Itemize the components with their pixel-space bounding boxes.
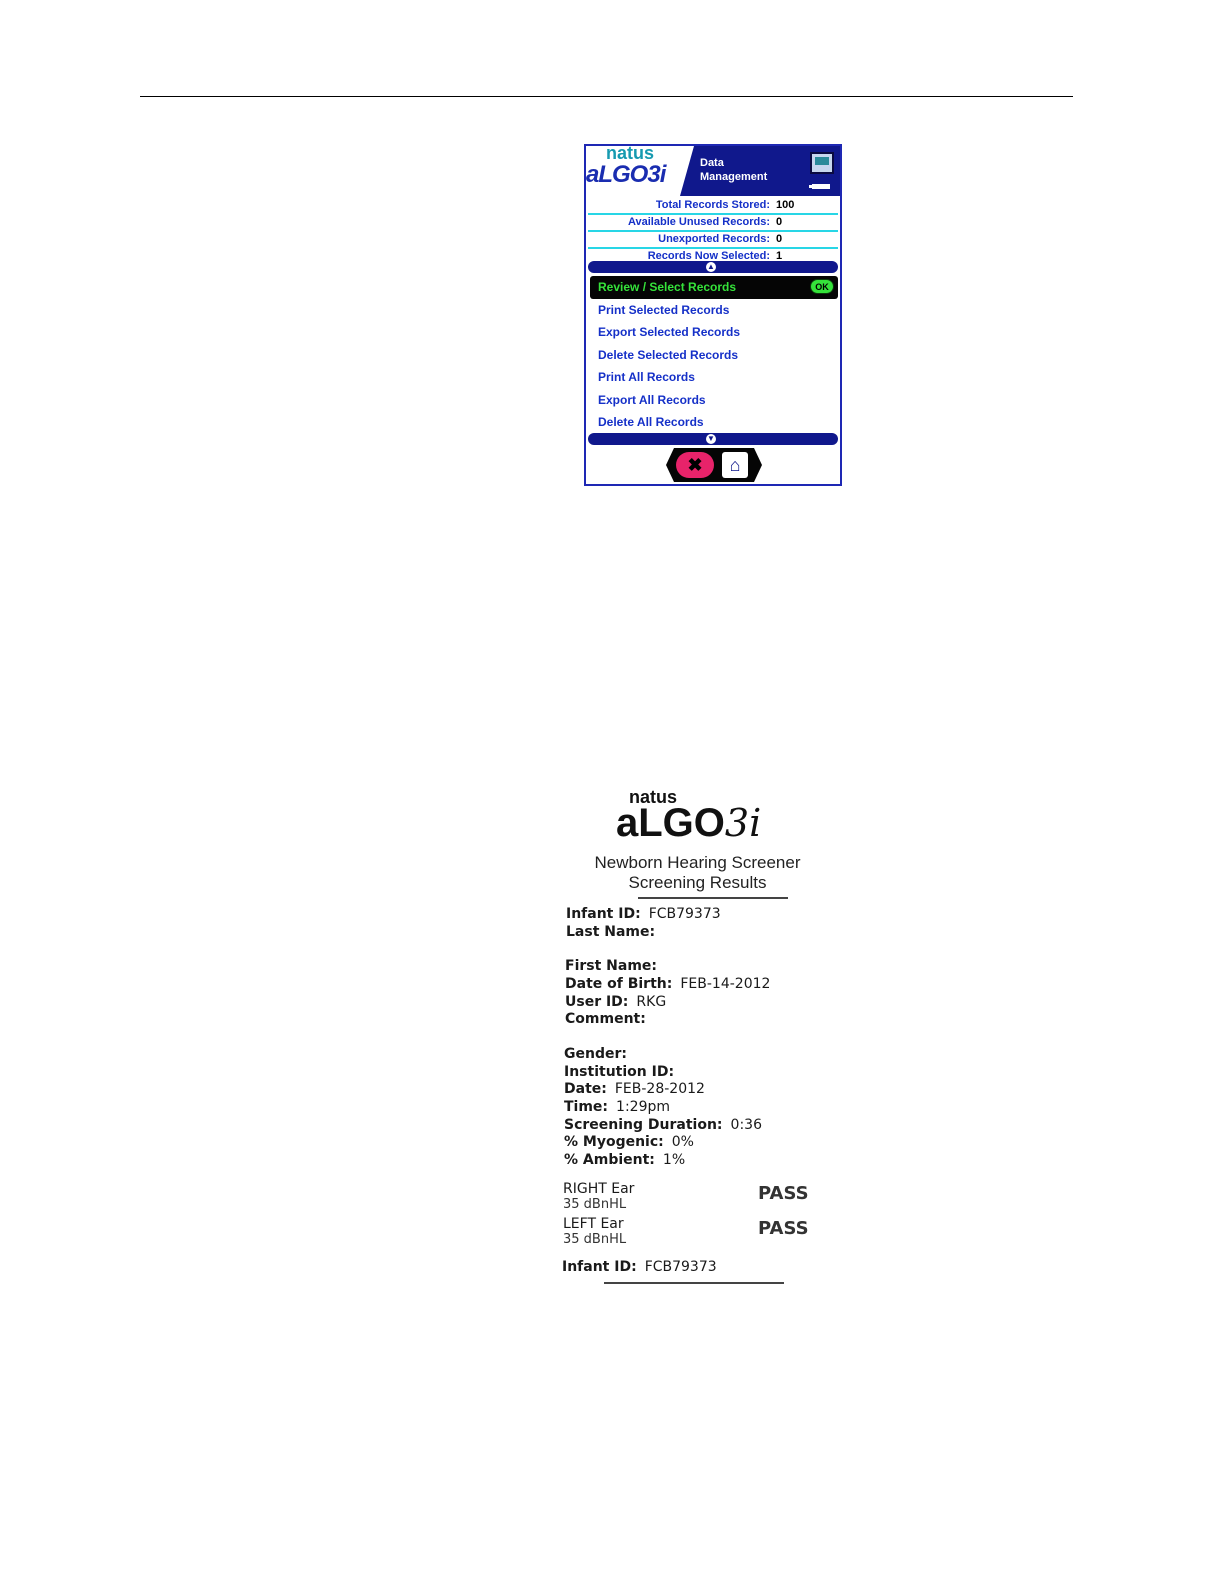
- chevron-up-icon: ▲: [706, 262, 716, 272]
- right-ear-result: PASS: [758, 1183, 809, 1204]
- field-value: RKG: [636, 994, 667, 1010]
- left-ear-level: 35 dBnHL: [563, 1232, 627, 1247]
- battery-icon: [809, 184, 830, 189]
- logo-algo-text: aLGO3i: [586, 161, 666, 189]
- field-value: FEB-28-2012: [614, 1081, 705, 1097]
- screening-results-printout: natus aLGO3i Newborn Hearing Screener Sc…: [560, 785, 840, 1295]
- logo-algo-suffix: 3i: [647, 161, 666, 188]
- menu-export-selected-records[interactable]: Export Selected Records: [590, 321, 838, 344]
- footer-infant-id: Infant ID: FCB79373: [562, 1259, 717, 1275]
- field-date: Date: FEB-28-2012: [564, 1081, 705, 1097]
- field-myogenic: % Myogenic: 0%: [564, 1134, 694, 1150]
- field-value: 1:29pm: [616, 1099, 670, 1115]
- scroll-up-bar[interactable]: ▲: [588, 261, 838, 273]
- data-management-menu: Review / Select Records OK Print Selecte…: [590, 276, 838, 434]
- field-date-of-birth: Date of Birth: FEB-14-2012: [565, 976, 770, 992]
- field-gender: Gender:: [564, 1046, 635, 1062]
- field-label: Screening Duration:: [564, 1117, 723, 1133]
- field-user-id: User ID: RKG: [565, 994, 666, 1010]
- print-logo-algo: aLGO3i: [616, 801, 761, 845]
- stat-label: Total Records Stored:: [655, 199, 770, 211]
- field-infant-id: Infant ID: FCB79373: [566, 906, 721, 922]
- field-label: Gender:: [564, 1046, 627, 1062]
- left-ear-block: LEFT Ear 35 dBnHL: [563, 1216, 626, 1247]
- bottom-button-bar: ✖ ⌂: [666, 448, 762, 482]
- close-icon[interactable]: ✖: [676, 452, 714, 478]
- field-label: % Myogenic:: [564, 1134, 664, 1150]
- screen-title: Data Management: [700, 156, 767, 184]
- right-ear-level: 35 dBnHL: [563, 1197, 627, 1212]
- left-ear-label: LEFT Ear: [563, 1216, 624, 1232]
- field-label: Institution ID:: [564, 1064, 675, 1080]
- field-value: 0:36: [730, 1117, 762, 1133]
- print-title: Newborn Hearing Screener: [594, 853, 801, 872]
- menu-delete-all-records[interactable]: Delete All Records: [590, 411, 838, 434]
- device-screen: natus aLGO3i Data Management Total Recor…: [584, 143, 842, 486]
- field-label: Comment:: [565, 1011, 646, 1027]
- field-label: First Name:: [565, 958, 658, 974]
- field-label: Date of Birth:: [565, 976, 673, 992]
- field-value: FCB79373: [644, 1259, 717, 1275]
- left-ear-result: PASS: [758, 1218, 809, 1239]
- print-subtitle: Screening Results: [628, 873, 767, 892]
- right-ear-label: RIGHT Ear: [563, 1181, 635, 1197]
- field-comment: Comment:: [565, 1011, 654, 1027]
- menu-print-selected-records[interactable]: Print Selected Records: [590, 299, 838, 322]
- field-screening-duration: Screening Duration: 0:36: [564, 1117, 762, 1133]
- page-top-rule: [140, 96, 1073, 97]
- print-title-rule: [638, 897, 788, 899]
- stat-value: 0: [776, 216, 783, 228]
- menu-export-all-records[interactable]: Export All Records: [590, 389, 838, 412]
- field-institution-id: Institution ID:: [564, 1064, 682, 1080]
- field-last-name: Last Name:: [566, 924, 663, 940]
- field-value: FEB-14-2012: [680, 976, 771, 992]
- monitor-icon: [810, 152, 834, 174]
- field-ambient: % Ambient: 1%: [564, 1152, 685, 1168]
- right-ear-block: RIGHT Ear 35 dBnHL: [563, 1181, 634, 1212]
- field-value: FCB79373: [648, 906, 721, 922]
- stat-available-unused: Available Unused Records: 0: [588, 215, 838, 232]
- field-label: Date:: [564, 1081, 607, 1097]
- home-icon[interactable]: ⌂: [722, 452, 748, 478]
- stat-value: 100: [776, 199, 795, 211]
- screen-header: natus aLGO3i Data Management: [586, 143, 840, 196]
- menu-print-all-records[interactable]: Print All Records: [590, 366, 838, 389]
- field-label: Last Name:: [566, 924, 656, 940]
- ok-badge-icon[interactable]: OK: [810, 279, 834, 294]
- field-label: Time:: [564, 1099, 609, 1115]
- print-logo-algo-main: aLGO: [616, 801, 725, 845]
- stat-unexported: Unexported Records: 0: [588, 232, 838, 249]
- chevron-down-icon: ▼: [706, 434, 716, 444]
- stat-label: Unexported Records:: [658, 233, 770, 245]
- field-value: 0%: [671, 1134, 694, 1150]
- screen-title-line1: Data: [700, 157, 724, 169]
- logo-algo-main: aLGO: [586, 161, 648, 188]
- field-label: % Ambient:: [564, 1152, 655, 1168]
- scroll-down-bar[interactable]: ▼: [588, 433, 838, 445]
- stat-label: Available Unused Records:: [627, 216, 770, 228]
- screen-title-line2: Management: [700, 171, 768, 183]
- print-footer-rule: [604, 1282, 784, 1284]
- field-label: Infant ID:: [566, 906, 641, 922]
- stat-total-records: Total Records Stored: 100: [588, 198, 838, 215]
- menu-item-label: Review / Select Records: [598, 280, 737, 294]
- field-label: Infant ID:: [562, 1259, 637, 1275]
- field-label: User ID:: [565, 994, 629, 1010]
- field-time: Time: 1:29pm: [564, 1099, 670, 1115]
- menu-review-select-records[interactable]: Review / Select Records OK: [590, 276, 838, 299]
- menu-delete-selected-records[interactable]: Delete Selected Records: [590, 344, 838, 367]
- field-value: 1%: [662, 1152, 686, 1168]
- title-banner: Data Management: [680, 146, 840, 196]
- record-stats: Total Records Stored: 100 Available Unus…: [588, 198, 838, 264]
- stat-value: 0: [776, 233, 783, 245]
- print-logo-algo-suffix: 3i: [724, 801, 762, 845]
- field-first-name: First Name:: [565, 958, 665, 974]
- algo-logo: natus aLGO3i: [586, 143, 686, 196]
